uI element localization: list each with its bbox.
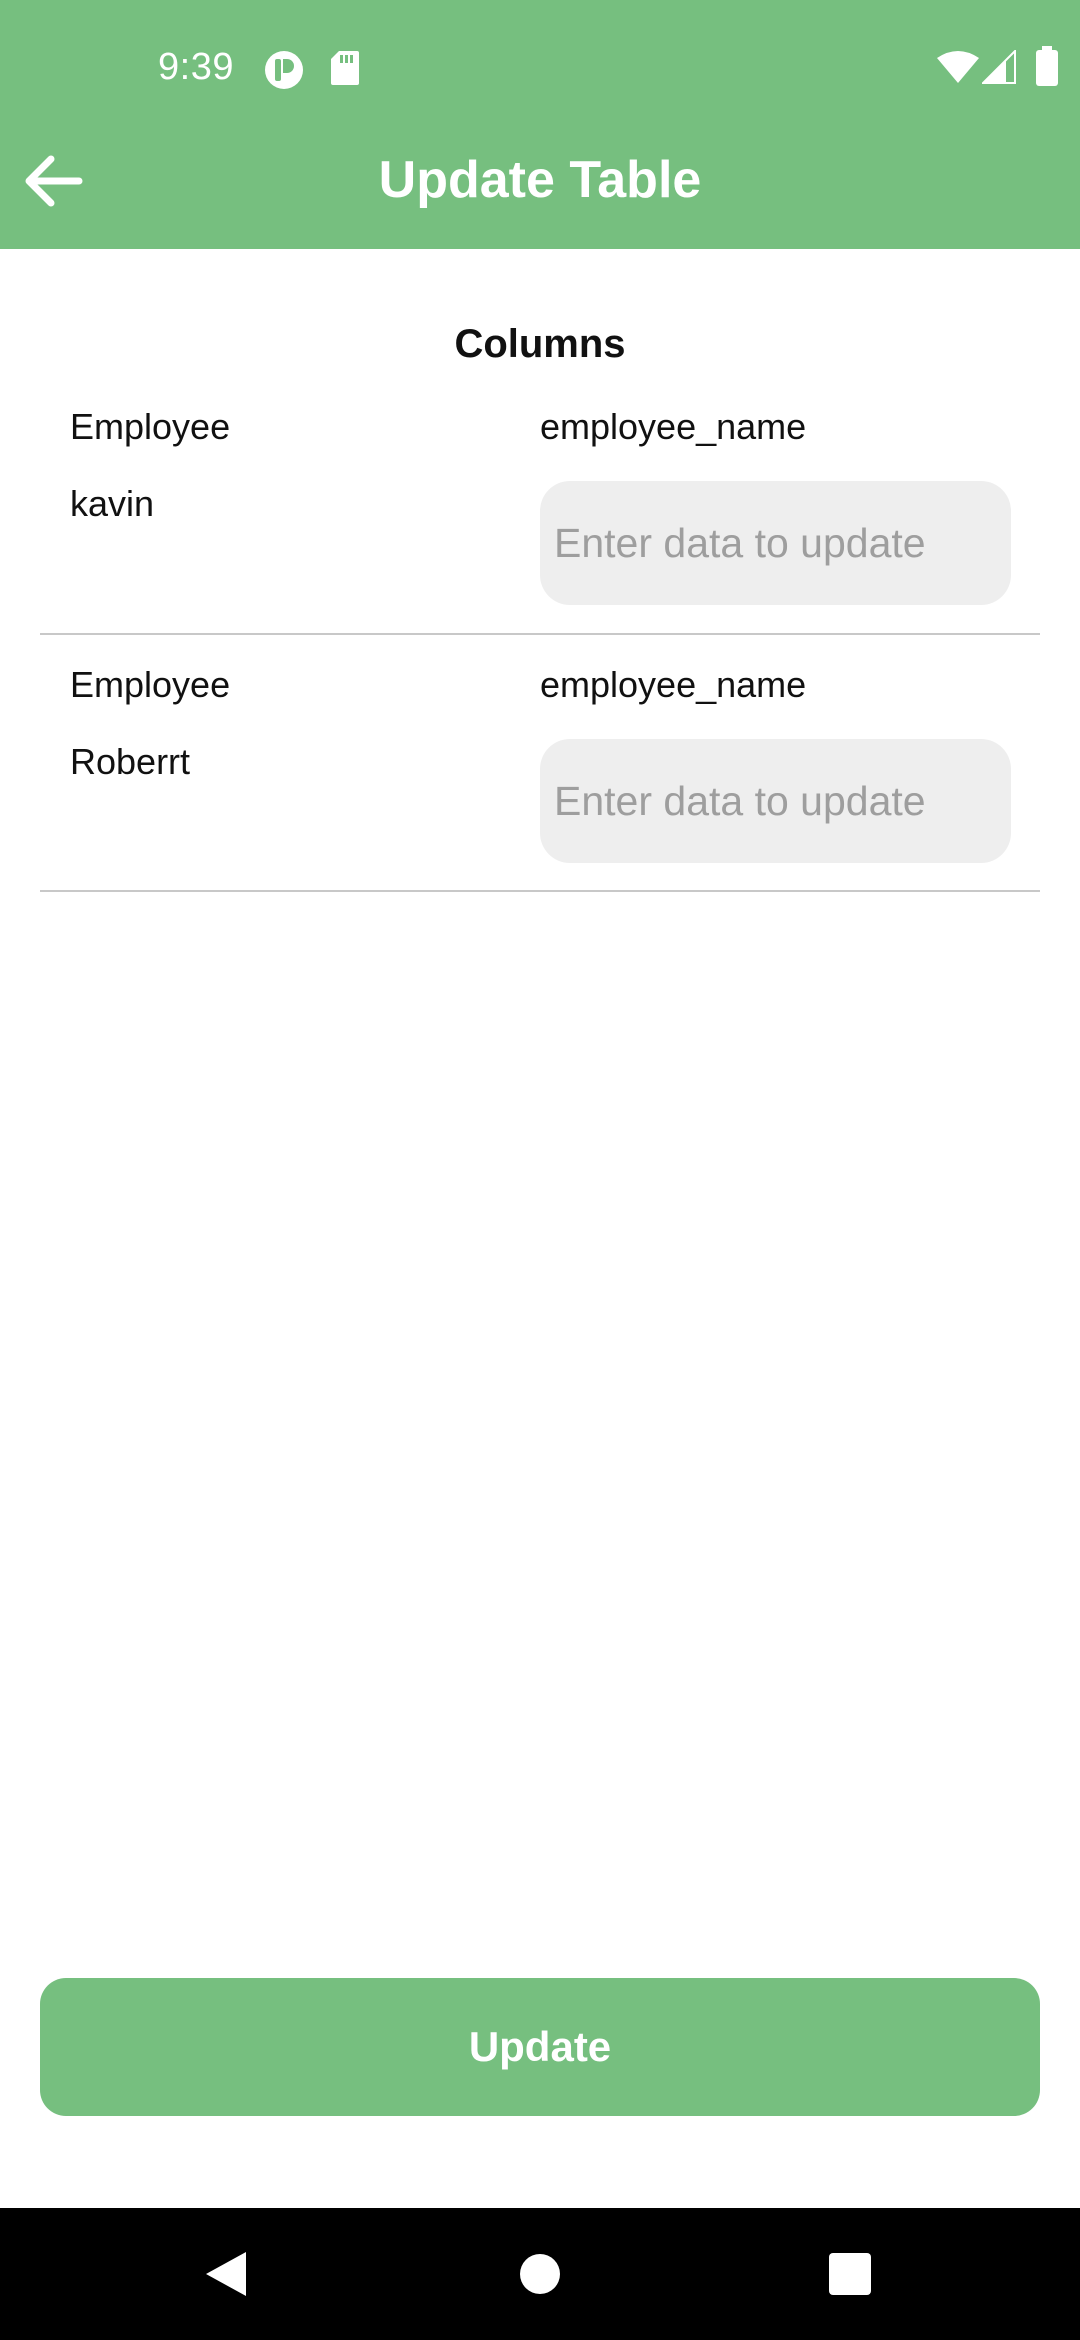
update-button[interactable]: Update <box>40 1978 1040 2116</box>
table-name-label: Employee <box>70 406 231 447</box>
column-name-label: employee_name <box>540 406 807 447</box>
table-name-label: Employee <box>70 664 231 705</box>
divider <box>40 890 1040 892</box>
status-time: 9:39 <box>158 46 234 88</box>
nav-back-button[interactable] <box>166 2208 286 2340</box>
page-title: Update Table <box>378 151 702 209</box>
update-data-input[interactable] <box>540 481 1011 605</box>
current-value-label: Roberrt <box>70 741 191 782</box>
app-notification-icon <box>264 50 304 95</box>
system-nav-bar <box>0 2208 1080 2340</box>
nav-home-button[interactable] <box>480 2208 600 2340</box>
section-title: Columns <box>454 322 626 366</box>
app-root: 9:39 Update Table Columns Employee emplo… <box>0 0 1080 2340</box>
app-header: 9:39 Update Table <box>0 0 1080 249</box>
column-name-label: employee_name <box>540 664 807 705</box>
wifi-icon <box>936 50 980 89</box>
sd-card-icon <box>330 50 360 91</box>
list-item: Employee employee_name kavin <box>40 400 1040 634</box>
nav-recents-button[interactable] <box>790 2208 910 2340</box>
home-icon <box>520 2254 560 2294</box>
divider <box>40 633 1040 635</box>
cell-signal-icon <box>980 48 1016 89</box>
back-icon <box>206 2252 246 2296</box>
recents-icon <box>829 2253 871 2295</box>
list-item: Employee employee_name Roberrt <box>40 658 1040 892</box>
current-value-label: kavin <box>70 483 155 524</box>
update-data-input[interactable] <box>540 739 1011 863</box>
battery-icon <box>1036 46 1058 91</box>
